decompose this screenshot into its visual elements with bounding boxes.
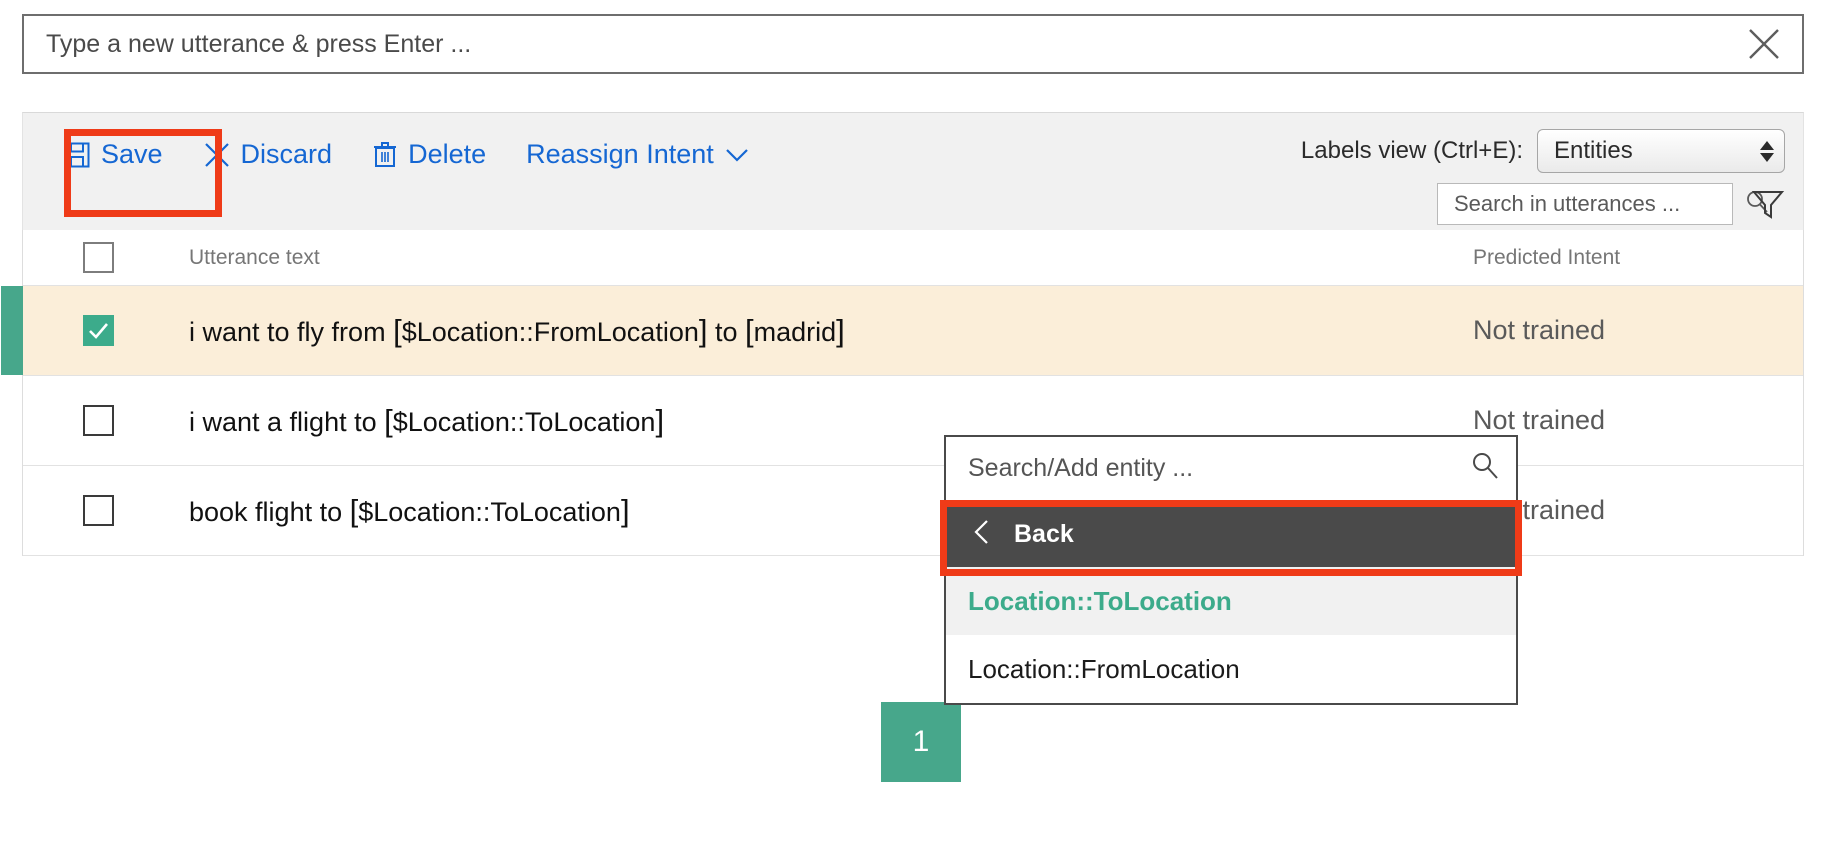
entity-option[interactable]: Location::FromLocation <box>946 635 1516 703</box>
column-header-utterance: Utterance text <box>189 245 320 269</box>
delete-button[interactable]: Delete <box>352 131 506 178</box>
search-icon <box>1470 451 1500 486</box>
predicted-intent-value: Not trained <box>1473 405 1606 435</box>
discard-button-label: Discard <box>240 139 333 169</box>
step-badge: 1 <box>881 702 961 782</box>
entity-bracket: [ <box>393 312 402 348</box>
toolbar-actions: Save Discard Delete Reassign Intent <box>43 131 770 178</box>
labels-view-selected-value: Entities <box>1554 137 1633 164</box>
save-button[interactable]: Save <box>43 131 183 178</box>
column-header-intent-cell: Predicted Intent <box>1457 246 1803 270</box>
table-row[interactable]: book flight to [$Location::ToLocation] No… <box>23 466 1803 556</box>
utterance-token: i want to fly from <box>189 316 394 347</box>
row-selection-indicator <box>1 286 23 375</box>
search-input[interactable] <box>1452 190 1744 218</box>
close-icon[interactable] <box>1726 16 1802 72</box>
utterances-table: Utterance text Predicted Intent i want t… <box>1 230 1804 556</box>
row-checkbox-cell <box>23 405 173 436</box>
entity-bracket: [ <box>745 312 754 348</box>
new-utterance-bar[interactable] <box>22 14 1804 74</box>
close-x-icon <box>203 141 231 169</box>
step-badge-number: 1 <box>912 725 930 758</box>
row-checkbox[interactable] <box>82 495 114 526</box>
chevron-down-icon <box>724 145 750 165</box>
entity-back-button[interactable]: Back <box>946 501 1516 567</box>
delete-button-label: Delete <box>408 139 487 169</box>
filter-funnel-icon[interactable] <box>1751 188 1785 220</box>
entity-option[interactable]: Location::ToLocation <box>946 567 1516 635</box>
labels-view-select[interactable]: Entities <box>1537 129 1785 173</box>
table-header-row: Utterance text Predicted Intent <box>23 230 1803 286</box>
spinner-arrows-icon <box>1760 140 1774 162</box>
predicted-intent-cell: Not trained <box>1457 315 1803 346</box>
utterances-toolbar: Save Discard Delete Reassign Intent Labe… <box>22 112 1804 230</box>
chevron-left-icon <box>972 518 992 551</box>
trash-icon <box>372 141 398 169</box>
row-checkbox-cell <box>23 315 173 346</box>
utterance-token: book flight to <box>189 496 350 527</box>
save-button-label: Save <box>101 139 163 169</box>
select-all-cell <box>23 242 173 273</box>
reassign-intent-label: Reassign Intent <box>526 139 714 169</box>
entity-search-input[interactable] <box>966 453 1470 484</box>
entity-label: $Location::ToLocation <box>392 406 656 437</box>
entity-bracket: [ <box>384 402 393 438</box>
entity-options-list: Location::ToLocation Location::FromLocati… <box>946 567 1516 703</box>
select-all-checkbox[interactable] <box>82 242 114 273</box>
utterance-text: i want a flight to [$Location::ToLocatio… <box>189 403 664 438</box>
table-rows: i want to fly from [$Location::FromLocat… <box>1 286 1803 556</box>
row-checkbox-cell <box>23 495 173 526</box>
entity-back-label: Back <box>1014 519 1074 548</box>
entity-label: $Location::ToLocation <box>358 496 621 527</box>
predicted-intent-cell: Not trained <box>1457 405 1803 436</box>
labels-view-label: Labels view (Ctrl+E): <box>1300 137 1523 164</box>
row-checkbox[interactable] <box>82 405 114 436</box>
utterance-text: book flight to [$Location::ToLocation] <box>189 493 630 528</box>
labels-view-group: Labels view (Ctrl+E): Entities <box>1301 129 1785 173</box>
entity-label: madrid <box>753 316 837 347</box>
predicted-intent-value: Not trained <box>1473 315 1606 345</box>
utterance-text-cell[interactable]: i want to fly from [$Location::FromLocat… <box>173 313 1457 349</box>
utterance-text: i want to fly from [$Location::FromLocat… <box>189 313 845 348</box>
entity-picker-popup: Back Location::ToLocationLocation::FromL… <box>944 435 1518 705</box>
entity-bracket: ] <box>655 402 665 438</box>
utterance-text-cell[interactable]: i want a flight to [$Location::ToLocatio… <box>173 403 1457 439</box>
save-floppy-icon <box>63 141 91 169</box>
discard-button[interactable]: Discard <box>183 131 353 178</box>
entity-bracket: ] <box>620 492 630 528</box>
check-icon <box>89 322 108 339</box>
table-row[interactable]: i want a flight to [$Location::ToLocatio… <box>23 376 1803 466</box>
column-header-utterance-cell: Utterance text <box>173 246 1457 270</box>
column-header-intent: Predicted Intent <box>1473 245 1621 269</box>
utterance-search-box[interactable] <box>1437 183 1768 225</box>
entity-bracket: [ <box>349 492 359 528</box>
utterance-token: i want a flight to <box>189 406 385 437</box>
entity-search-row[interactable] <box>946 437 1516 501</box>
utterance-token: to <box>707 316 746 347</box>
new-utterance-input[interactable] <box>24 16 1726 72</box>
search-group <box>1437 183 1785 225</box>
row-checkbox[interactable] <box>82 315 114 346</box>
entity-label: $Location::FromLocation <box>401 316 699 347</box>
table-row[interactable]: i want to fly from [$Location::FromLocat… <box>1 286 1803 376</box>
entity-bracket: ] <box>836 312 845 348</box>
reassign-intent-button[interactable]: Reassign Intent <box>506 131 770 178</box>
